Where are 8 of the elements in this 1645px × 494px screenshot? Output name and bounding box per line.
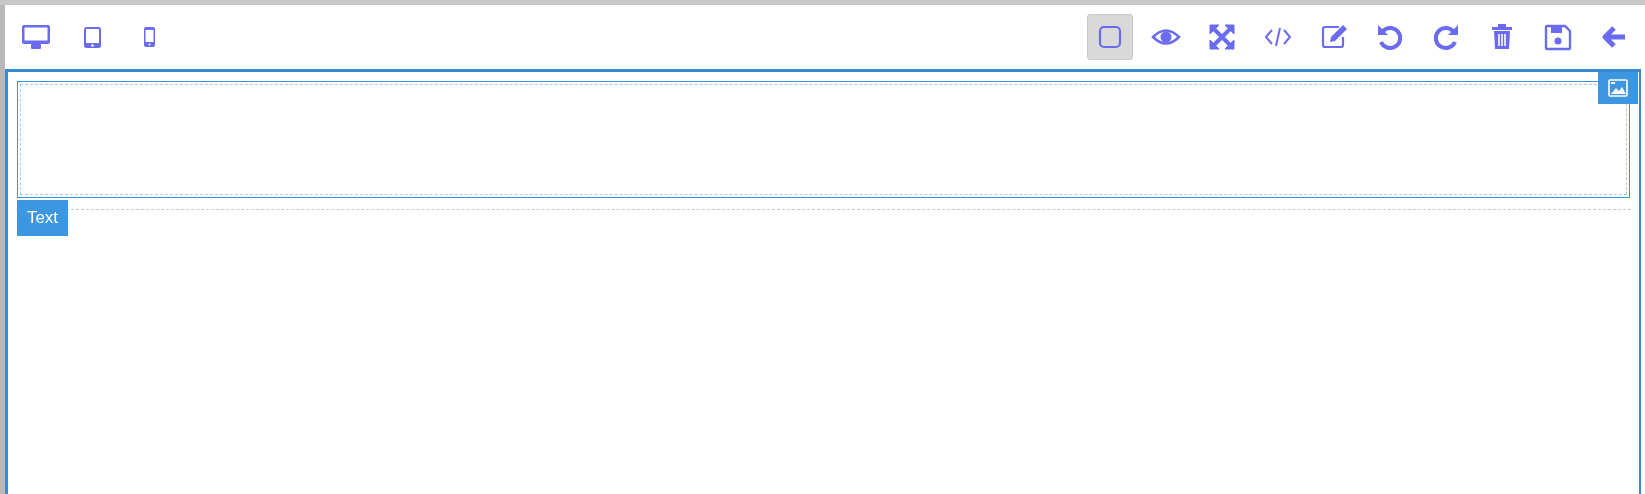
monitor-icon	[20, 24, 51, 50]
square-button[interactable]	[1087, 14, 1133, 60]
image-icon	[1608, 79, 1628, 97]
phone-icon	[143, 26, 156, 48]
undo-icon	[1375, 22, 1405, 52]
component-label: Text	[17, 200, 68, 236]
tablet-icon	[83, 25, 102, 49]
expand-icon	[1207, 22, 1237, 52]
